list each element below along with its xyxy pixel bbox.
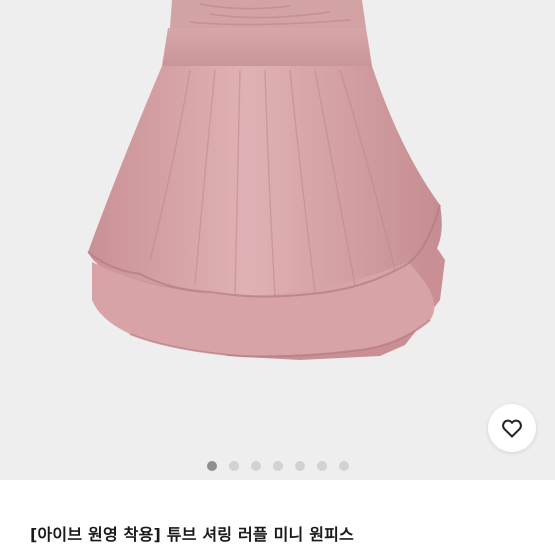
carousel-dot[interactable] (272, 461, 283, 471)
heart-outline-icon (502, 419, 522, 438)
carousel-dot[interactable] (250, 461, 261, 471)
carousel-dot[interactable] (316, 461, 327, 471)
carousel-dot[interactable] (294, 461, 305, 471)
product-title: [아이브 원영 착용] 튜브 셔링 러플 미니 원피스 (30, 525, 354, 544)
carousel-indicator (0, 461, 555, 471)
product-image (87, 0, 445, 360)
carousel-dot[interactable] (338, 461, 349, 471)
wishlist-button[interactable] (488, 404, 536, 452)
carousel-dot[interactable] (206, 461, 217, 471)
product-image-gallery[interactable] (0, 0, 555, 480)
carousel-dot[interactable] (228, 461, 239, 471)
